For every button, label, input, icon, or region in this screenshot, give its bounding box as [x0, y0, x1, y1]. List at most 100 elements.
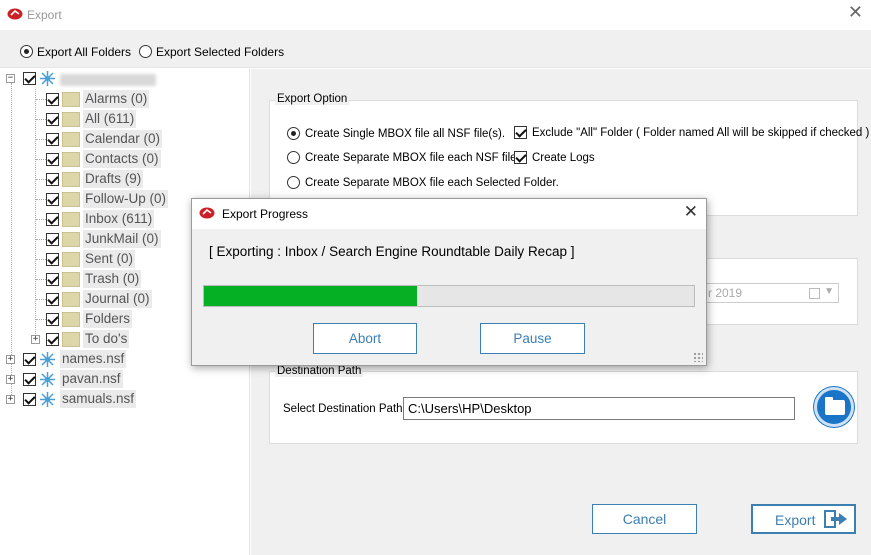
app-logo-icon: [7, 8, 23, 20]
folder-icon: [62, 152, 80, 167]
export-option-legend: Export Option: [275, 93, 350, 105]
root-checkbox[interactable]: [23, 72, 36, 85]
folder-checkbox[interactable]: [46, 233, 59, 246]
tree-connector: [36, 179, 46, 180]
progress-fill: [204, 286, 418, 306]
file-checkbox[interactable]: [23, 393, 36, 406]
export-progress-dialog: Export Progress ✕ [ Exporting : Inbox / …: [191, 198, 707, 366]
tree-folder-row[interactable]: Drafts (9): [0, 170, 250, 188]
folder-label: Trash (0): [83, 270, 142, 288]
folder-icon: [62, 192, 80, 207]
folder-label: JunkMail (0): [83, 230, 161, 248]
export-selected-folders-radio[interactable]: Export Selected Folders: [139, 44, 284, 59]
abort-button[interactable]: Abort: [313, 323, 417, 354]
checkbox-label: Exclude "All" Folder ( Folder named All …: [532, 126, 870, 139]
tree-connector: [36, 319, 46, 320]
date-picker[interactable]: r 2019 ▼: [703, 283, 839, 303]
expand-toggle[interactable]: +: [31, 335, 40, 344]
close-icon[interactable]: ✕: [684, 204, 698, 221]
export-all-folders-radio[interactable]: Export All Folders: [20, 44, 131, 59]
folder-checkbox[interactable]: [46, 173, 59, 186]
tree-folder-row[interactable]: All (611): [0, 110, 250, 128]
tree-folder-row[interactable]: Alarms (0): [0, 90, 250, 108]
folder-checkbox[interactable]: [46, 333, 59, 346]
folder-checkbox[interactable]: [46, 93, 59, 106]
exclude-all-folder-checkbox[interactable]: Exclude "All" Folder ( Folder named All …: [514, 126, 869, 139]
window-title: Export: [27, 8, 62, 22]
radio-indicator[interactable]: [287, 151, 300, 164]
tree-connector: [36, 119, 46, 120]
dialog-titlebar: Export Progress ✕: [192, 199, 706, 229]
folder-checkbox[interactable]: [46, 213, 59, 226]
folder-checkbox[interactable]: [46, 293, 59, 306]
database-icon: [40, 372, 55, 387]
export-button[interactable]: Export: [751, 504, 856, 534]
browse-folder-button[interactable]: [814, 387, 854, 427]
tree-file-row[interactable]: + samuals.nsf: [0, 390, 250, 408]
folder-checkbox[interactable]: [46, 133, 59, 146]
radio-indicator[interactable]: [20, 45, 33, 59]
expand-toggle[interactable]: +: [6, 375, 15, 384]
file-checkbox[interactable]: [23, 373, 36, 386]
separate-mbox-per-folder-radio[interactable]: Create Separate MBOX file each Selected …: [287, 176, 559, 189]
tree-connector: [36, 259, 46, 260]
folder-checkbox[interactable]: [46, 153, 59, 166]
folder-checkbox[interactable]: [46, 113, 59, 126]
radio-indicator[interactable]: [287, 127, 300, 140]
folder-checkbox[interactable]: [46, 273, 59, 286]
export-scope-bar: Export All Folders Export Selected Folde…: [0, 30, 871, 68]
checkbox-indicator[interactable]: [514, 126, 527, 139]
folder-icon: [62, 132, 80, 147]
destination-path-input[interactable]: C:\Users\HP\Desktop: [403, 397, 795, 420]
file-label: samuals.nsf: [60, 390, 137, 408]
calendar-icon[interactable]: [809, 288, 820, 299]
folder-label: Follow-Up (0): [83, 190, 169, 208]
tree-connector: [36, 239, 46, 240]
create-logs-checkbox[interactable]: Create Logs: [514, 151, 595, 164]
dialog-title: Export Progress: [222, 207, 309, 221]
radio-label: Create Single MBOX file all NSF file(s).: [305, 127, 506, 140]
tree-folder-row[interactable]: Contacts (0): [0, 150, 250, 168]
folder-label: To do's: [83, 330, 130, 348]
folder-label: Drafts (9): [83, 170, 144, 188]
tree-file-row[interactable]: + pavan.nsf: [0, 370, 250, 388]
folder-icon: [62, 272, 80, 287]
expand-toggle[interactable]: +: [6, 395, 15, 404]
file-checkbox[interactable]: [23, 353, 36, 366]
folder-icon: [62, 212, 80, 227]
separate-mbox-per-nsf-radio[interactable]: Create Separate MBOX file each NSF file.: [287, 151, 520, 164]
resize-grip[interactable]: [693, 352, 703, 362]
folder-icon: [62, 112, 80, 127]
checkbox-label: Create Logs: [532, 151, 595, 164]
window-titlebar: Export ✕: [0, 0, 871, 30]
folder-checkbox[interactable]: [46, 313, 59, 326]
collapse-toggle[interactable]: −: [6, 74, 15, 83]
database-icon: [40, 392, 55, 407]
radio-label: Create Separate MBOX file each Selected …: [305, 176, 559, 189]
file-label: names.nsf: [60, 350, 127, 368]
app-logo-icon: [199, 207, 215, 219]
cancel-button[interactable]: Cancel: [592, 504, 697, 534]
folder-label: Journal (0): [83, 290, 152, 308]
tree-connector: [36, 219, 46, 220]
folder-checkbox[interactable]: [46, 253, 59, 266]
radio-indicator[interactable]: [287, 176, 300, 189]
checkbox-indicator[interactable]: [514, 151, 527, 164]
single-mbox-radio[interactable]: Create Single MBOX file all NSF file(s).: [287, 127, 505, 140]
tree-connector: [36, 99, 46, 100]
close-icon[interactable]: ✕: [848, 4, 863, 22]
chevron-down-icon[interactable]: ▼: [824, 286, 834, 297]
tree-folder-row[interactable]: Calendar (0): [0, 130, 250, 148]
folder-label: Inbox (611): [83, 210, 155, 228]
folder-open-icon: [825, 397, 845, 415]
export-progress-bar: [203, 285, 695, 307]
expand-toggle[interactable]: +: [6, 355, 15, 364]
folder-checkbox[interactable]: [46, 193, 59, 206]
folder-label: Contacts (0): [83, 150, 161, 168]
pause-button[interactable]: Pause: [480, 323, 585, 354]
folder-label: Sent (0): [83, 250, 136, 268]
folder-label: Alarms (0): [83, 90, 150, 108]
radio-indicator[interactable]: [139, 45, 152, 59]
tree-connector: [36, 159, 46, 160]
tree-connector: [36, 299, 46, 300]
